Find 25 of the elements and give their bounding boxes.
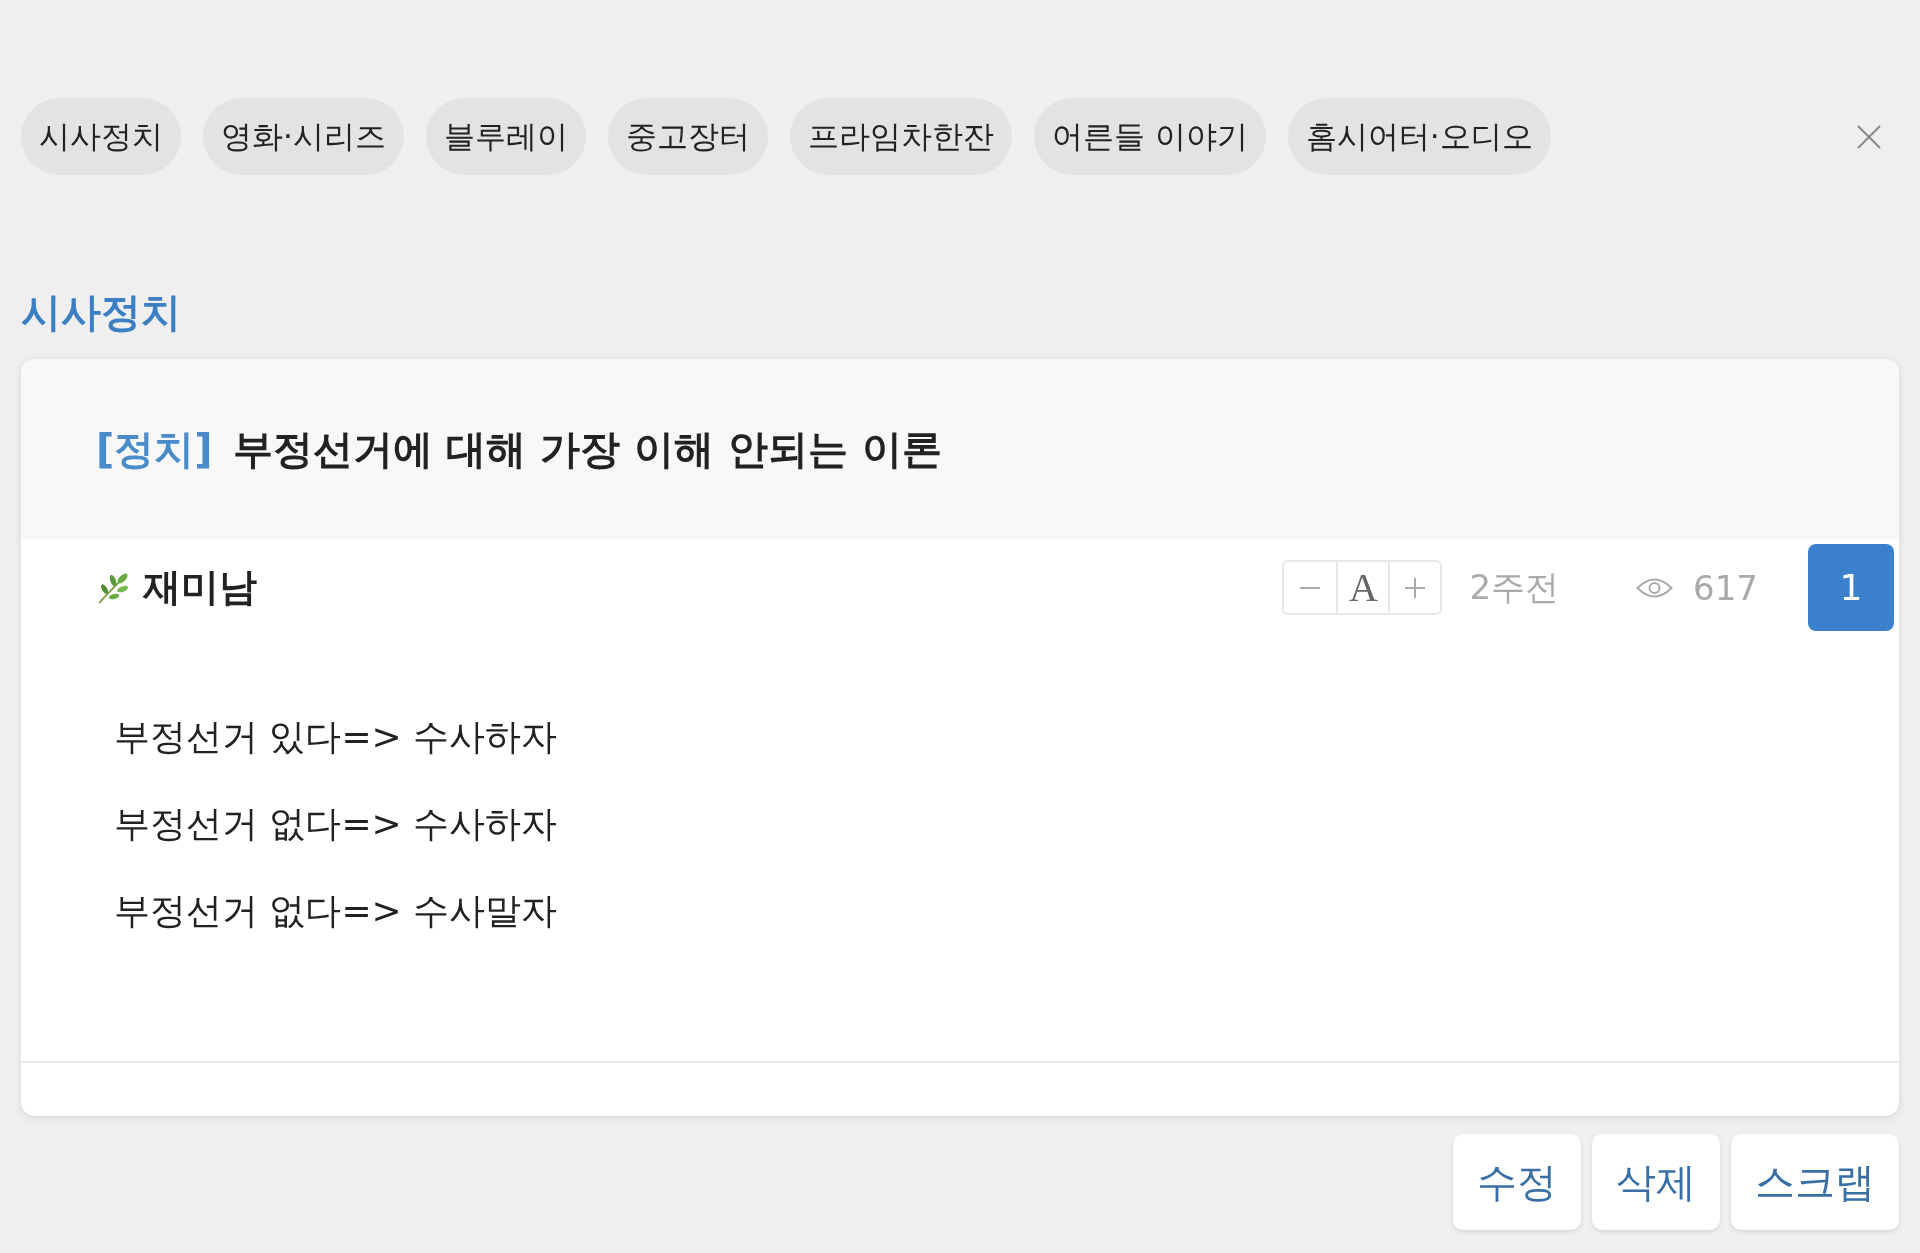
close-icon[interactable] [1857, 124, 1881, 149]
section-title: 시사정치 [21, 288, 181, 336]
leaf-icon [96, 570, 130, 605]
plus-icon [1405, 577, 1426, 598]
category-chip[interactable]: 시사정치 [21, 98, 181, 175]
body-text: 부정선거 없다=> 수사말자 [114, 889, 558, 933]
count-button[interactable]: 1 [1808, 544, 1894, 631]
view-count: 617 [1693, 567, 1758, 608]
action-button[interactable]: 스크랩 [1731, 1134, 1899, 1230]
action-button[interactable]: 수정 [1453, 1134, 1581, 1230]
body-text: 부정선거 없다=> 수사하자 [114, 802, 558, 846]
category-chip[interactable]: 블루레이 [425, 98, 586, 175]
category-chip[interactable]: 중고장터 [607, 98, 768, 175]
author-name[interactable]: 재미남 [143, 562, 257, 613]
post-time: 2주전 [1469, 565, 1560, 609]
post-title: 부정선거에 대해 가장 이해 안되는 이론 [232, 424, 943, 474]
action-button[interactable]: 삭제 [1592, 1134, 1720, 1230]
category-chip[interactable]: 영화·시리즈 [203, 98, 404, 175]
category-chip[interactable]: 홈시어터·오디오 [1287, 98, 1551, 175]
font-size-button[interactable]: A [1336, 562, 1389, 613]
minus-icon [1300, 586, 1321, 589]
body-text: 부정선거 있다=> 수사하자 [114, 715, 558, 759]
category-tag: [정치] [96, 421, 213, 477]
category-chip[interactable]: 프라임차한잔 [789, 98, 1012, 175]
category-chip[interactable]: 어른들 이야기 [1033, 98, 1266, 175]
